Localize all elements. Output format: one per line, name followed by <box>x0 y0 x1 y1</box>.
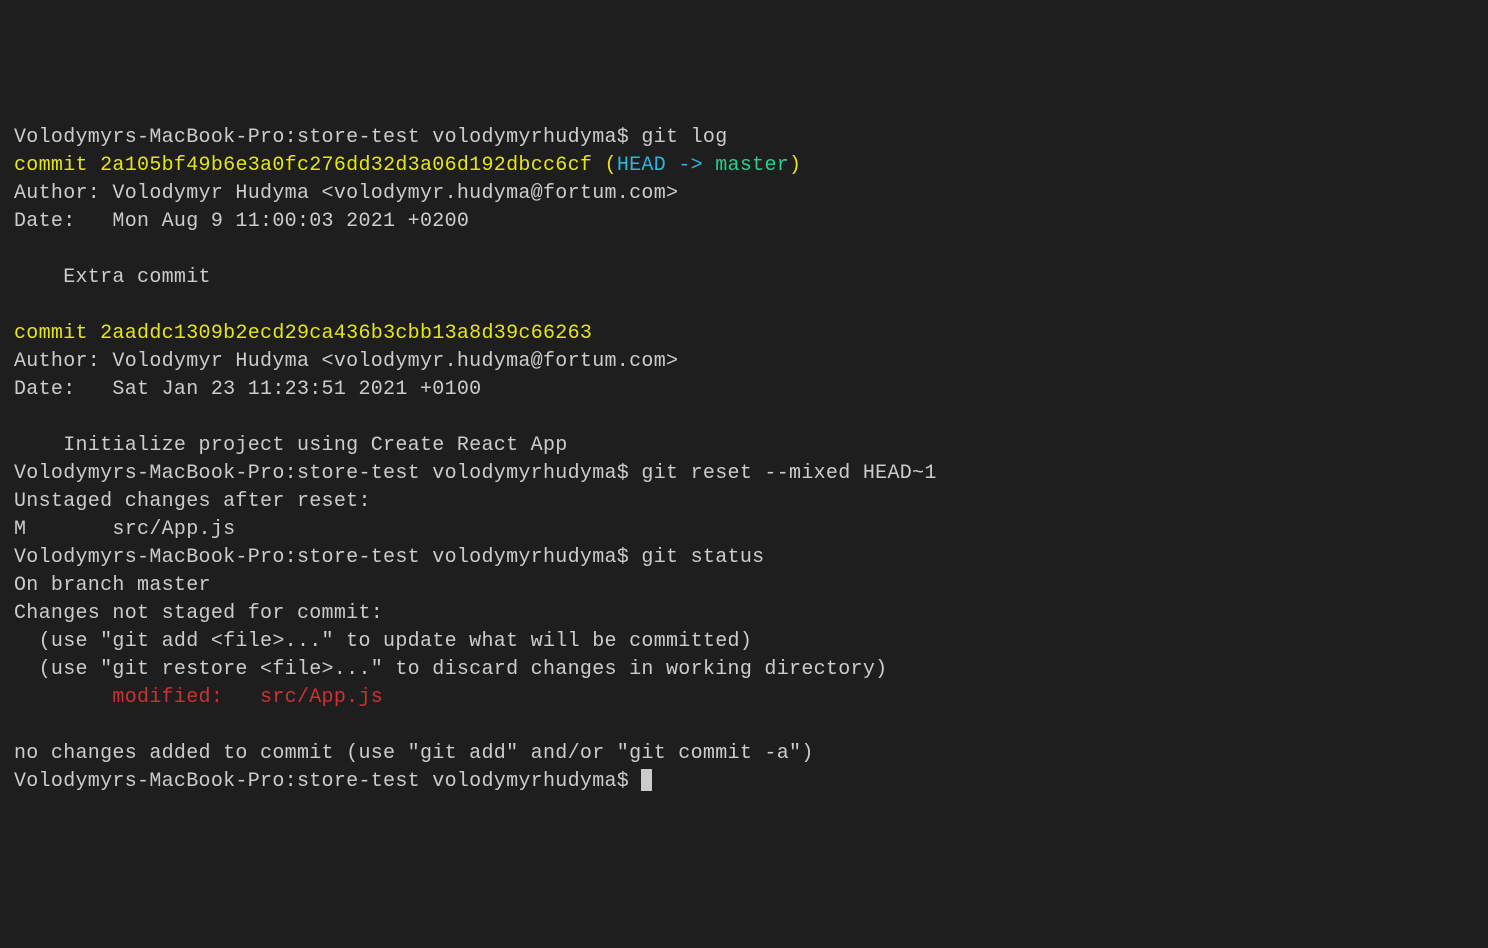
cursor[interactable] <box>641 769 652 791</box>
head-ref: HEAD -> <box>617 154 715 177</box>
commit-hash-2: 2aaddc1309b2ecd29ca436b3cbb13a8d39c66263 <box>100 322 592 345</box>
commit-label-2: commit <box>14 322 100 345</box>
commit-hash-1: 2a105bf49b6e3a0fc276dd32d3a06d192dbcc6cf <box>100 154 592 177</box>
commit-date-2: Date: Sat Jan 23 11:23:51 2021 +0100 <box>14 378 481 401</box>
paren-close: ) <box>789 154 801 177</box>
prompt: Volodymyrs-MacBook-Pro:store-test volody… <box>14 462 641 485</box>
terminal-output[interactable]: Volodymyrs-MacBook-Pro:store-test volody… <box>14 124 1474 796</box>
commit-author-1: Author: Volodymyr Hudyma <volodymyr.hudy… <box>14 182 678 205</box>
status-not-staged: Changes not staged for commit: <box>14 602 383 625</box>
commit-message-2: Initialize project using Create React Ap… <box>14 434 568 457</box>
prompt: Volodymyrs-MacBook-Pro:store-test volody… <box>14 546 641 569</box>
commit-date-1: Date: Mon Aug 9 11:00:03 2021 +0200 <box>14 210 469 233</box>
command-git-log: git log <box>641 126 727 149</box>
branch-master: master <box>715 154 789 177</box>
reset-output-2: M src/App.js <box>14 518 235 541</box>
commit-message-1: Extra commit <box>14 266 211 289</box>
paren-open: ( <box>592 154 617 177</box>
prompt: Volodymyrs-MacBook-Pro:store-test volody… <box>14 770 641 793</box>
status-hint-add: (use "git add <file>..." to update what … <box>14 630 752 653</box>
reset-output-1: Unstaged changes after reset: <box>14 490 371 513</box>
status-hint-restore: (use "git restore <file>..." to discard … <box>14 658 887 681</box>
command-git-status: git status <box>641 546 764 569</box>
commit-label: commit <box>14 154 100 177</box>
prompt: Volodymyrs-MacBook-Pro:store-test volody… <box>14 126 641 149</box>
commit-author-2: Author: Volodymyr Hudyma <volodymyr.hudy… <box>14 350 678 373</box>
command-git-reset: git reset --mixed HEAD~1 <box>641 462 936 485</box>
status-branch: On branch master <box>14 574 211 597</box>
status-no-changes: no changes added to commit (use "git add… <box>14 742 814 765</box>
